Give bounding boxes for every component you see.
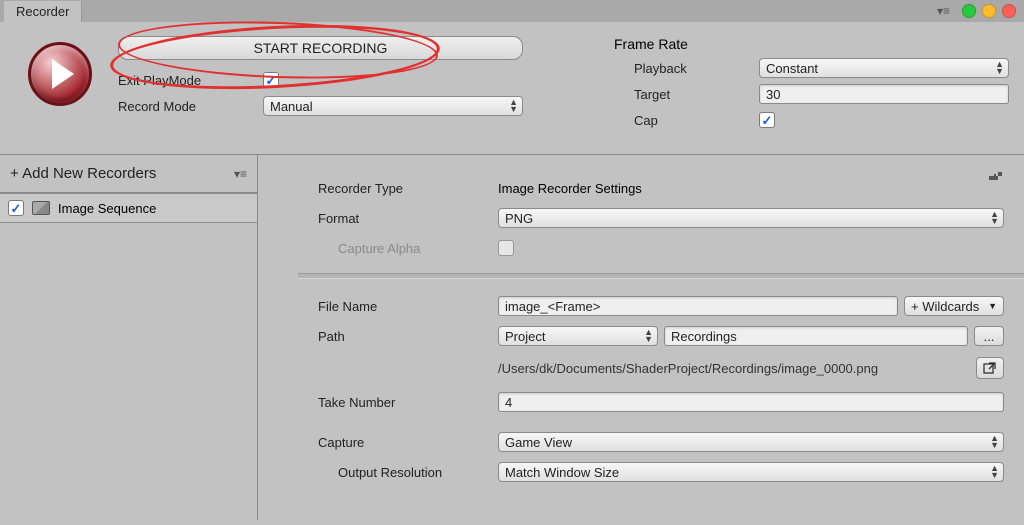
preset-icon[interactable]: [988, 169, 1004, 188]
chevron-updown-icon: [990, 211, 999, 225]
capture-alpha-checkbox: [498, 240, 514, 256]
output-resolution-dropdown[interactable]: Match Window Size: [498, 462, 1004, 482]
chevron-updown-icon: [995, 61, 1004, 75]
browse-button[interactable]: ...: [974, 326, 1004, 346]
format-label: Format: [318, 211, 498, 226]
capture-label: Capture: [318, 435, 498, 450]
path-preview-text: /Users/dk/Documents/ShaderProject/Record…: [498, 361, 970, 376]
playback-label: Playback: [614, 61, 759, 76]
tab-menu-icon[interactable]: ▾≡: [937, 4, 950, 18]
tab-recorder[interactable]: Recorder: [4, 1, 82, 22]
recorders-sidebar: + Add New Recorders ▾≡ Image Sequence: [0, 155, 258, 520]
cap-checkbox[interactable]: [759, 112, 775, 128]
wildcards-dropdown[interactable]: + Wildcards ▼: [904, 296, 1004, 316]
path-label: Path: [318, 329, 498, 344]
playback-value: Constant: [766, 61, 818, 76]
format-value: PNG: [505, 211, 533, 226]
file-name-label: File Name: [318, 299, 498, 314]
chevron-updown-icon: [990, 435, 999, 449]
start-recording-button[interactable]: START RECORDING: [118, 36, 523, 60]
exit-playmode-label: Exit PlayMode: [118, 73, 263, 88]
capture-alpha-label: Capture Alpha: [318, 241, 498, 256]
capture-value: Game View: [505, 435, 572, 450]
path-sub-value: Recordings: [671, 329, 737, 344]
recorder-item-label: Image Sequence: [58, 201, 156, 216]
format-dropdown[interactable]: PNG: [498, 208, 1004, 228]
recorder-enabled-checkbox[interactable]: [8, 200, 24, 216]
recorder-body: + Add New Recorders ▾≡ Image Sequence Re…: [0, 155, 1024, 520]
recorder-list-item[interactable]: Image Sequence: [0, 193, 257, 223]
take-number-label: Take Number: [318, 395, 498, 410]
add-new-recorders-button[interactable]: + Add New Recorders: [10, 165, 156, 182]
sidebar-menu-icon[interactable]: ▾≡: [234, 167, 247, 181]
chevron-updown-icon: [644, 329, 653, 343]
recorder-type-value: Image Recorder Settings: [498, 181, 642, 196]
chevron-down-icon: ▼: [988, 301, 997, 311]
path-root-dropdown[interactable]: Project: [498, 326, 658, 346]
path-root-value: Project: [505, 329, 545, 344]
frame-rate-title: Frame Rate: [614, 36, 1014, 52]
recorder-settings-panel: Recorder Type Image Recorder Settings Fo…: [258, 155, 1024, 520]
open-folder-button[interactable]: [976, 357, 1004, 379]
separator: [298, 273, 1024, 279]
recorder-header: START RECORDING Exit PlayMode Record Mod…: [0, 22, 1024, 155]
record-play-button[interactable]: [28, 42, 92, 106]
take-number-input[interactable]: 4: [498, 392, 1004, 412]
window-maximize-icon[interactable]: [982, 4, 996, 18]
image-sequence-icon: [32, 201, 50, 215]
target-value: 30: [766, 87, 780, 102]
window-minimize-icon[interactable]: [962, 4, 976, 18]
file-name-input[interactable]: image_<Frame>: [498, 296, 898, 316]
exit-playmode-checkbox[interactable]: [263, 72, 279, 88]
output-resolution-value: Match Window Size: [505, 465, 619, 480]
window-close-icon[interactable]: [1002, 4, 1016, 18]
tab-bar: Recorder ▾≡: [0, 0, 1024, 22]
record-mode-value: Manual: [270, 99, 313, 114]
open-external-icon: [983, 361, 997, 375]
target-input[interactable]: 30: [759, 84, 1009, 104]
window-controls: ▾≡: [937, 4, 1016, 18]
output-resolution-label: Output Resolution: [318, 465, 498, 480]
path-sub-input[interactable]: Recordings: [664, 326, 968, 346]
cap-label: Cap: [614, 113, 759, 128]
chevron-updown-icon: [509, 99, 518, 113]
take-number-value: 4: [505, 395, 512, 410]
play-icon: [52, 59, 74, 89]
target-label: Target: [614, 87, 759, 102]
record-mode-dropdown[interactable]: Manual: [263, 96, 523, 116]
record-mode-label: Record Mode: [118, 99, 263, 114]
file-name-value: image_<Frame>: [505, 299, 600, 314]
recorder-type-label: Recorder Type: [318, 181, 498, 196]
playback-dropdown[interactable]: Constant: [759, 58, 1009, 78]
wildcards-label: + Wildcards: [911, 299, 979, 314]
capture-dropdown[interactable]: Game View: [498, 432, 1004, 452]
chevron-updown-icon: [990, 465, 999, 479]
